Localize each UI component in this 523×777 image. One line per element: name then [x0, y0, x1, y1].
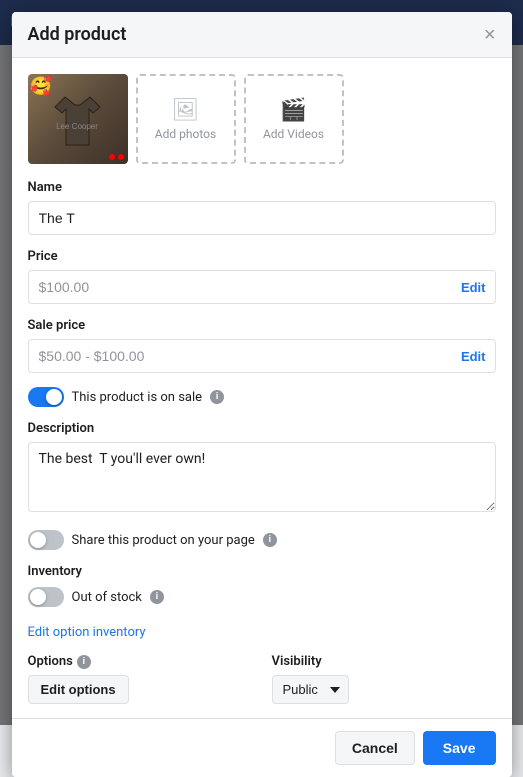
- edit-option-inventory-link[interactable]: Edit option inventory: [28, 625, 146, 640]
- add-videos-icon: 🎬: [280, 98, 307, 123]
- on-sale-toggle-row: This product is on sale i: [28, 387, 496, 407]
- price-label: Price: [28, 249, 496, 264]
- save-button[interactable]: Save: [423, 731, 496, 765]
- name-input[interactable]: [28, 201, 496, 235]
- description-field-group: Description The best T you'll ever own!: [28, 421, 496, 516]
- share-info-icon[interactable]: i: [263, 533, 277, 547]
- edit-options-button[interactable]: Edit options: [28, 675, 129, 704]
- add-photos-icon: 🖼: [172, 98, 200, 123]
- product-image: 🥰 Lee Cooper: [28, 74, 128, 164]
- options-column-label: Options i: [28, 654, 252, 669]
- name-field-group: Name: [28, 180, 496, 235]
- out-of-stock-info-icon[interactable]: i: [150, 590, 164, 604]
- out-of-stock-toggle[interactable]: [28, 587, 64, 607]
- options-column: Options i Edit options: [28, 654, 252, 704]
- modal-close-button[interactable]: ×: [484, 25, 496, 45]
- sale-price-input-container: Edit: [28, 339, 496, 373]
- out-of-stock-label: Out of stock: [72, 590, 142, 605]
- on-sale-slider: [28, 387, 64, 407]
- modal-body: 🥰 Lee Cooper 🖼: [12, 58, 512, 718]
- add-videos-label: Add Videos: [263, 127, 324, 141]
- on-sale-info-icon[interactable]: i: [210, 390, 224, 404]
- product-image-bg: 🥰 Lee Cooper: [28, 74, 128, 164]
- cancel-button[interactable]: Cancel: [335, 731, 415, 765]
- name-label: Name: [28, 180, 496, 195]
- on-sale-toggle[interactable]: [28, 387, 64, 407]
- modal-overlay: Add product × 🥰 Lee Cooper: [0, 0, 523, 725]
- price-input[interactable]: [28, 270, 496, 304]
- modal-title: Add product: [28, 24, 127, 45]
- add-photos-button[interactable]: 🖼 Add photos: [136, 74, 236, 164]
- options-info-icon[interactable]: i: [77, 655, 91, 669]
- visibility-column: Visibility Public Private: [272, 654, 496, 704]
- photo-dot-1: [109, 154, 115, 160]
- out-of-stock-toggle-row: Out of stock i: [28, 587, 496, 607]
- photo-indicator-dots: [109, 154, 124, 160]
- modal-header: Add product ×: [12, 12, 512, 58]
- photo-dot-2: [118, 154, 124, 160]
- visibility-column-label: Visibility: [272, 654, 496, 669]
- description-textarea[interactable]: The best T you'll ever own!: [28, 442, 496, 512]
- sale-price-label: Sale price: [28, 318, 496, 333]
- description-label: Description: [28, 421, 496, 436]
- add-product-modal: Add product × 🥰 Lee Cooper: [12, 12, 512, 777]
- visibility-select[interactable]: Public Private: [272, 675, 349, 704]
- sale-price-edit-button[interactable]: Edit: [461, 349, 486, 364]
- product-emoji: 🥰: [30, 76, 52, 97]
- price-edit-button[interactable]: Edit: [461, 280, 486, 295]
- share-label: Share this product on your page: [72, 533, 255, 548]
- price-field-group: Price Edit: [28, 249, 496, 304]
- share-toggle-row: Share this product on your page i: [28, 530, 496, 550]
- sale-price-field-group: Sale price Edit: [28, 318, 496, 373]
- options-visibility-row: Options i Edit options Visibility Public…: [28, 654, 496, 704]
- add-videos-button[interactable]: 🎬 Add Videos: [244, 74, 344, 164]
- photo-section: 🥰 Lee Cooper 🖼: [28, 74, 496, 164]
- sale-price-input[interactable]: [28, 339, 496, 373]
- share-slider: [28, 530, 64, 550]
- tshirt-svg: Lee Cooper: [45, 87, 110, 152]
- on-sale-label: This product is on sale: [72, 390, 203, 405]
- inventory-label: Inventory: [28, 564, 496, 579]
- svg-text:Lee Cooper: Lee Cooper: [56, 122, 98, 131]
- out-of-stock-slider: [28, 587, 64, 607]
- inventory-group: Inventory Out of stock i: [28, 564, 496, 607]
- visibility-label-text: Visibility: [272, 654, 322, 669]
- modal-footer: Cancel Save: [12, 718, 512, 777]
- options-label-text: Options: [28, 654, 73, 669]
- add-photos-label: Add photos: [155, 127, 216, 141]
- share-toggle[interactable]: [28, 530, 64, 550]
- price-input-container: Edit: [28, 270, 496, 304]
